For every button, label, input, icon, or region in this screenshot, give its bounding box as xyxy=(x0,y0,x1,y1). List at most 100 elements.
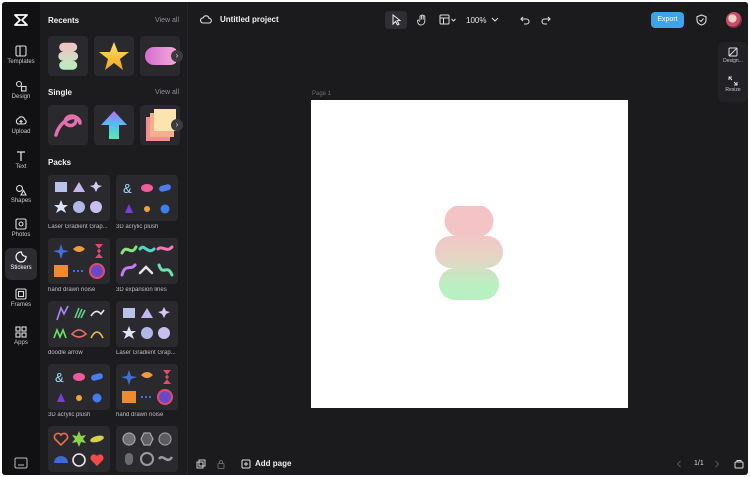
rail-label: Upload xyxy=(11,129,31,135)
app-window: Templates Design Upload Text Shapes Phot… xyxy=(2,2,748,475)
expansion-lines-pack-icon xyxy=(120,245,174,277)
hand-icon xyxy=(417,14,426,26)
rail-item-shapes[interactable]: Shapes xyxy=(5,181,37,211)
rail-item-templates[interactable]: Templates xyxy=(5,42,37,72)
resize-icon xyxy=(728,76,738,86)
rail-label: Design xyxy=(11,94,31,100)
templates-icon xyxy=(15,45,27,57)
pack-label: 3D expansion lines xyxy=(116,287,167,293)
rail-item-photos[interactable]: Photos xyxy=(5,215,37,245)
single-scroll-right-button[interactable]: › xyxy=(171,119,183,131)
svg-text:&: & xyxy=(55,370,64,385)
stickers-icon xyxy=(15,251,27,263)
text-icon xyxy=(17,151,25,161)
recents-scroll-right-button[interactable]: › xyxy=(171,50,183,62)
hand-drawn-noise-pack-icon xyxy=(121,370,173,405)
page-count: 1/1 xyxy=(694,460,704,467)
svg-text:&: & xyxy=(123,181,132,196)
photos-icon xyxy=(15,218,27,230)
acrylic-plush-pack-icon: & xyxy=(55,370,103,403)
squiggle-sticker-icon xyxy=(54,114,82,137)
chevron-down-icon[interactable] xyxy=(491,17,499,23)
rail-item-design[interactable]: Design xyxy=(5,77,37,107)
recent-flower-sticker[interactable] xyxy=(48,36,88,76)
page-panel-icon[interactable] xyxy=(734,459,744,469)
right-side-panel: Design... Resize xyxy=(718,42,748,102)
pack-acrylic-plush[interactable]: & xyxy=(116,175,178,221)
flower-sticker-on-canvas[interactable] xyxy=(421,206,517,302)
laser-gradient-pack-icon xyxy=(54,181,102,213)
single-view-all-link[interactable]: View all xyxy=(155,89,179,96)
zoom-level[interactable]: 100% xyxy=(466,16,486,25)
design-icon xyxy=(728,47,738,57)
shield-icon[interactable] xyxy=(696,14,707,26)
resize-label: Resize xyxy=(725,87,741,93)
project-title[interactable]: Untitled project xyxy=(220,15,279,24)
capcut-logo-icon[interactable] xyxy=(13,12,29,28)
pack-laser-gradient[interactable] xyxy=(48,175,110,221)
rail-item-frames[interactable]: Frames xyxy=(5,285,37,315)
pack-laser-gradient-2[interactable] xyxy=(116,301,178,347)
star-sticker-icon xyxy=(99,42,129,70)
pack-hand-drawn-noise-2[interactable] xyxy=(116,364,178,410)
rail-label: Templates xyxy=(7,59,35,65)
sticker-panel: Recents View all › Single View all › Pac… xyxy=(40,2,188,475)
rail-item-apps[interactable]: Apps xyxy=(5,323,37,353)
pack-label: 3D acrylic plush xyxy=(48,412,91,418)
upload-icon xyxy=(15,116,27,125)
single-squiggle-sticker[interactable] xyxy=(48,105,88,145)
rail-label: Apps xyxy=(14,340,28,346)
packs-title: Packs xyxy=(48,158,72,167)
layout-dropdown-button[interactable] xyxy=(437,11,459,29)
arrow-up-sticker-icon xyxy=(101,111,127,139)
rail-item-text[interactable]: Text xyxy=(5,147,37,177)
pack-label: 3D acrylic plush xyxy=(116,224,159,230)
redo-icon[interactable] xyxy=(541,15,551,25)
rail-label: Text xyxy=(15,164,27,170)
recent-star-sticker[interactable] xyxy=(94,36,134,76)
pack-metallic-shapes[interactable] xyxy=(116,426,178,472)
cloud-sync-icon[interactable] xyxy=(200,14,212,24)
page-label: Page 1 xyxy=(312,91,332,97)
single-arrow-sticker[interactable] xyxy=(94,105,134,145)
user-avatar[interactable] xyxy=(726,12,742,28)
single-title: Single xyxy=(48,88,73,97)
pack-label: hand drawn noise xyxy=(48,287,96,293)
laser-gradient-pack-icon xyxy=(122,307,170,339)
pack-acrylic-plush-2[interactable]: & xyxy=(48,364,110,410)
canvas-page[interactable] xyxy=(311,100,628,408)
layers-icon[interactable] xyxy=(196,459,206,469)
rail-item-upload[interactable]: Upload xyxy=(5,112,37,142)
add-page-button[interactable]: Add page xyxy=(255,459,291,468)
chevron-right-icon[interactable] xyxy=(714,460,720,468)
hand-tool-button[interactable] xyxy=(413,11,431,29)
rail-item-stickers[interactable]: Stickers xyxy=(5,248,37,280)
shapes-icon xyxy=(15,184,27,196)
lock-icon[interactable] xyxy=(216,459,226,469)
pack-label: doodle arrow xyxy=(48,350,83,356)
acrylic-plush-pack-icon: & xyxy=(123,181,171,214)
design-panel-button[interactable]: Design... xyxy=(720,44,746,70)
pack-doodle-arrow[interactable] xyxy=(48,301,110,347)
design-icon xyxy=(15,80,27,92)
recents-view-all-link[interactable]: View all xyxy=(155,17,179,24)
export-button[interactable]: Export xyxy=(651,12,684,28)
top-toolbar: Untitled project 100% Export xyxy=(188,2,748,38)
pack-outline-shapes[interactable] xyxy=(48,426,110,472)
rail-label: Stickers xyxy=(10,265,32,271)
left-rail: Templates Design Upload Text Shapes Phot… xyxy=(2,2,40,475)
add-page-icon[interactable] xyxy=(241,459,251,469)
apps-icon xyxy=(15,326,27,338)
pack-hand-drawn-noise[interactable] xyxy=(48,238,110,284)
select-tool-button[interactable] xyxy=(385,11,407,29)
resize-button[interactable]: Resize xyxy=(720,73,746,99)
rail-label: Shapes xyxy=(10,198,32,204)
chevron-left-icon[interactable] xyxy=(676,460,682,468)
undo-icon[interactable] xyxy=(520,15,530,25)
frames-icon xyxy=(15,288,27,300)
pack-label: Laser Gradient Grap... xyxy=(48,224,108,230)
metallic-shapes-pack-icon xyxy=(122,432,174,466)
keyboard-shortcuts-icon[interactable] xyxy=(14,457,28,469)
pack-expansion-lines[interactable] xyxy=(116,238,178,284)
cursor-arrow-icon xyxy=(392,14,402,26)
